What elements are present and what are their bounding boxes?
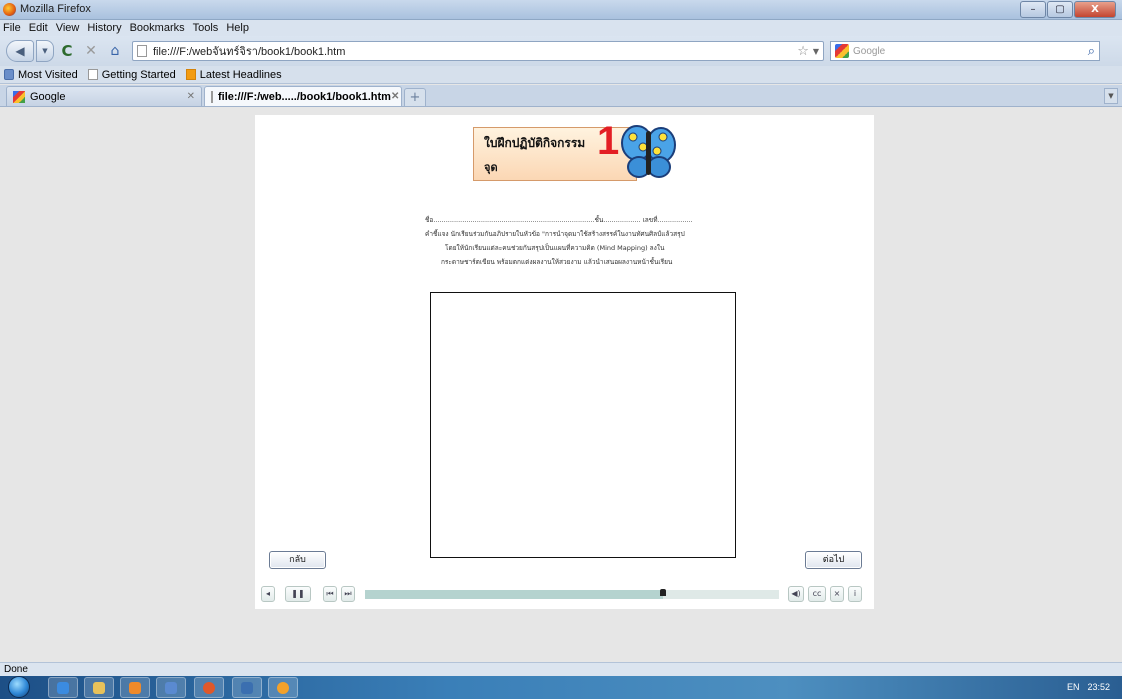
bookmark-latest-headlines[interactable]: Latest Headlines xyxy=(185,68,282,81)
firefox-icon xyxy=(3,3,16,16)
url-bar[interactable]: file:///F:/webจันทร์จิรา/book1/book1.htm… xyxy=(132,41,824,61)
taskbar-app[interactable] xyxy=(156,677,186,698)
language-indicator[interactable]: EN xyxy=(1067,682,1080,692)
skip-back-icon[interactable]: ⏮ xyxy=(323,586,337,602)
system-tray: EN 23:52 xyxy=(1067,682,1110,692)
taskbar-media[interactable] xyxy=(120,677,150,698)
instruction-line-2: โดยให้นักเรียนแต่ละคนช่วยกันสรุปเป็นแผนท… xyxy=(445,244,665,252)
tab-list-button[interactable]: ▼ xyxy=(1104,88,1118,104)
status-bar: Done xyxy=(0,662,1122,676)
skip-forward-icon[interactable]: ⏭ xyxy=(341,586,355,602)
page-content: ใบฝึกปฏิบัติกิจกรรม จุด 1 ชื่อ..........… xyxy=(0,107,1122,662)
most-visited-icon xyxy=(4,69,14,80)
home-icon: ⌂ xyxy=(110,43,120,59)
search-placeholder: Google xyxy=(853,45,886,57)
url-text: file:///F:/webจันทร์จิรา/book1/book1.htm xyxy=(153,46,346,58)
taskbar-app3[interactable] xyxy=(268,677,298,698)
info-icon[interactable]: i xyxy=(848,586,862,602)
window-title: Mozilla Firefox xyxy=(20,3,91,15)
menu-bookmarks[interactable]: Bookmarks xyxy=(130,22,185,34)
search-input[interactable]: Google ⌕ xyxy=(830,41,1100,61)
menu-view[interactable]: View xyxy=(56,22,80,34)
tab-bar: Google ✕ file:///F:/web...../book1/book1… xyxy=(0,85,1122,107)
stop-icon: ✕ xyxy=(85,43,97,59)
progress-track[interactable] xyxy=(365,590,779,599)
reload-icon: C xyxy=(61,42,73,60)
prev-icon[interactable]: ◂ xyxy=(261,586,275,602)
maximize-button[interactable]: ▢ xyxy=(1047,1,1073,18)
bookmark-most-visited[interactable]: Most Visited xyxy=(4,69,78,81)
name-line: ชื่อ....................................… xyxy=(425,216,693,224)
status-text: Done xyxy=(4,664,28,675)
captions-icon[interactable]: cc xyxy=(808,586,826,602)
worksheet-page: ใบฝึกปฏิบัติกิจกรรม จุด 1 ชื่อ..........… xyxy=(255,115,874,609)
tab-label: Google xyxy=(30,90,66,103)
bookmark-label: Getting Started xyxy=(101,68,176,81)
back-button[interactable]: ◀ xyxy=(6,40,34,62)
dropdown-arrow-icon: ▼ xyxy=(42,47,48,55)
close-window-button[interactable]: X xyxy=(1074,1,1116,18)
banner-subtitle: จุด xyxy=(484,161,498,174)
banner-title: ใบฝึกปฏิบัติกิจกรรม xyxy=(484,136,586,150)
page-icon xyxy=(87,69,98,80)
bookmark-star-icon[interactable]: ☆ xyxy=(797,44,809,59)
answer-box xyxy=(430,292,736,558)
close-tab-icon[interactable]: ✕ xyxy=(391,91,399,102)
media-playbar: ◂ ❚❚ ⏮ ⏭ ◀) cc × i xyxy=(255,583,874,605)
menu-tools[interactable]: Tools xyxy=(193,22,219,34)
clock[interactable]: 23:52 xyxy=(1087,682,1110,692)
stop-button[interactable]: ✕ xyxy=(80,40,102,62)
back-page-button[interactable]: กลับ xyxy=(269,551,326,569)
tab-google[interactable]: Google ✕ xyxy=(6,86,202,106)
close-tab-icon[interactable]: ✕ xyxy=(187,91,195,102)
bookmark-label: Most Visited xyxy=(18,68,78,81)
page-icon xyxy=(137,45,147,57)
butterfly-icon xyxy=(621,125,676,178)
home-button[interactable]: ⌂ xyxy=(104,40,126,62)
progress-fill xyxy=(365,590,664,599)
progress-knob[interactable] xyxy=(660,589,667,596)
search-icon[interactable]: ⌕ xyxy=(1088,44,1095,59)
menu-help[interactable]: Help xyxy=(226,22,249,34)
taskbar-firefox[interactable] xyxy=(194,677,224,698)
menu-bar: File Edit View History Bookmarks Tools H… xyxy=(0,20,1122,36)
reload-button[interactable]: C xyxy=(56,40,78,62)
taskbar-explorer[interactable] xyxy=(84,677,114,698)
new-tab-button[interactable]: + xyxy=(404,88,426,106)
rss-icon xyxy=(185,69,196,80)
instruction-line-1: คำชี้แจง นักเรียนร่วมกันอภิปรายในหัวข้อ … xyxy=(425,230,685,238)
menu-history[interactable]: History xyxy=(87,22,121,34)
tab-book1[interactable]: file:///F:/web...../book1/book1.htm ✕ xyxy=(204,86,402,106)
instruction-line-3: กระดาษชาร์ตเขียน พร้อมตกแต่งผลงานให้สวยง… xyxy=(441,258,673,266)
taskbar-ie[interactable] xyxy=(48,677,78,698)
start-button[interactable] xyxy=(8,676,30,698)
windows-taskbar: EN 23:52 xyxy=(0,676,1122,699)
plus-icon: + xyxy=(409,90,421,105)
bookmark-label: Latest Headlines xyxy=(199,68,282,81)
url-dropdown-icon[interactable]: ▼ xyxy=(813,47,819,56)
close-player-icon[interactable]: × xyxy=(830,586,844,602)
tab-label: file:///F:/web...../book1/book1.htm xyxy=(218,90,391,103)
bookmark-getting-started[interactable]: Getting Started xyxy=(87,68,176,81)
back-arrow-icon: ◀ xyxy=(15,44,25,58)
pause-icon[interactable]: ❚❚ xyxy=(285,586,311,602)
bookmarks-toolbar: Most Visited Getting Started Latest Head… xyxy=(0,66,1122,84)
forward-button[interactable]: ▼ xyxy=(36,40,54,62)
google-icon[interactable] xyxy=(835,44,849,58)
menu-file[interactable]: File xyxy=(3,22,21,34)
navigation-toolbar: ◀ ▼ C ✕ ⌂ file:///F:/webจันทร์จิรา/book1… xyxy=(0,36,1122,66)
google-icon xyxy=(13,90,25,103)
banner-number: 1 xyxy=(597,119,620,163)
window-titlebar: Mozilla Firefox – ▢ X xyxy=(0,0,1122,20)
minimize-button[interactable]: – xyxy=(1020,1,1046,18)
menu-edit[interactable]: Edit xyxy=(29,22,48,34)
next-page-button[interactable]: ต่อไป xyxy=(805,551,862,569)
page-icon xyxy=(211,90,213,103)
taskbar-app2[interactable] xyxy=(232,677,262,698)
volume-icon[interactable]: ◀) xyxy=(788,586,804,602)
